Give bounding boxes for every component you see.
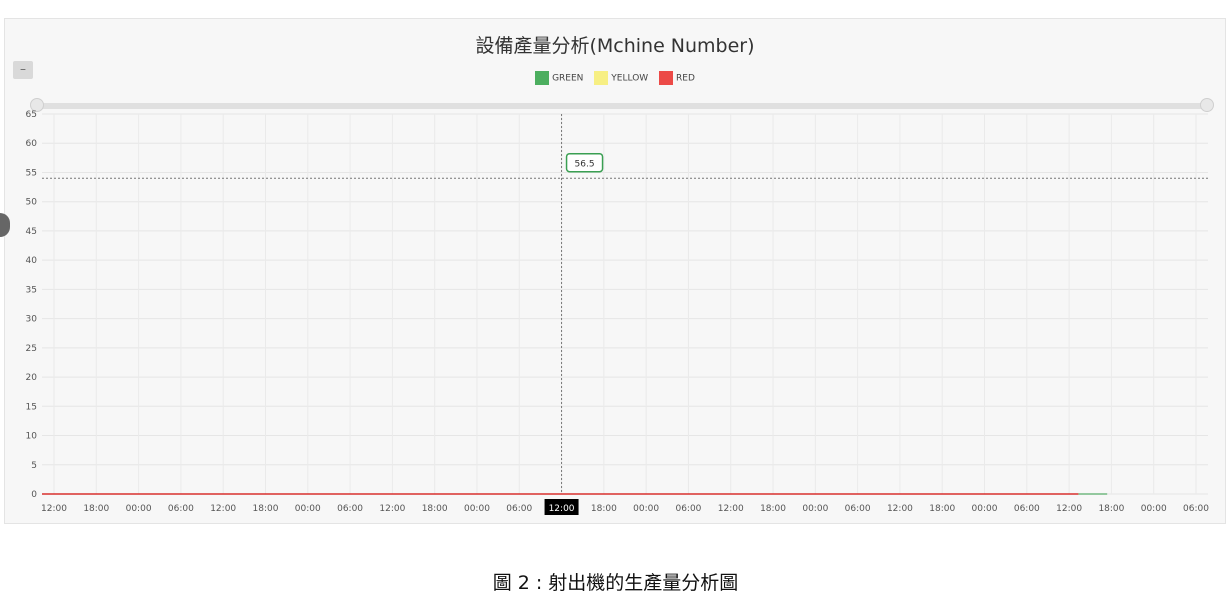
x-tick-label: 18:00 [591, 504, 617, 514]
y-tick-label: 50 [26, 198, 38, 208]
figure-caption: 圖 2 : 射出機的生產量分析圖 [492, 572, 739, 594]
x-tick-label: 06:00 [845, 504, 871, 514]
x-tick-label: 00:00 [464, 504, 490, 514]
x-tick-label: 12:00 [41, 504, 67, 514]
x-tick-label: 06:00 [337, 504, 363, 514]
y-tick-label: 30 [26, 315, 38, 325]
x-tick-label: 00:00 [295, 504, 321, 514]
x-tick-label: 12:00 [210, 504, 236, 514]
y-tick-label: 15 [26, 402, 37, 412]
x-tick-label: 00:00 [633, 504, 659, 514]
x-tick-label: 18:00 [760, 504, 786, 514]
x-tick-label: 06:00 [506, 504, 532, 514]
y-tick-label: 40 [26, 256, 38, 266]
y-tick-label: 60 [26, 139, 38, 149]
x-tick-label: 00:00 [1141, 504, 1167, 514]
y-tick-label: 20 [26, 373, 38, 383]
y-tick-label: 55 [26, 168, 37, 178]
y-tick-label: 35 [26, 285, 37, 295]
x-tick-label: 18:00 [929, 504, 955, 514]
x-tick-label: 12:00 [887, 504, 913, 514]
x-tick-label: 06:00 [1183, 504, 1209, 514]
x-tick-label: 00:00 [126, 504, 152, 514]
x-tick-label: 00:00 [802, 504, 828, 514]
x-tick-label: 18:00 [1098, 504, 1124, 514]
tooltip-value: 56.5 [575, 160, 595, 170]
y-tick-label: 10 [26, 432, 38, 442]
x-tick-label: 06:00 [168, 504, 194, 514]
x-tick-label: 00:00 [972, 504, 998, 514]
y-tick-label: 45 [26, 227, 37, 237]
x-tick-label: 12:00 [379, 504, 405, 514]
x-tick-label: 12:00 [1056, 504, 1082, 514]
plot-area: 0 5 10 15 20 25 30 35 40 45 50 55 60 65 12:00 18:00 00:0… [26, 110, 1209, 515]
x-tick-label: 18:00 [422, 504, 448, 514]
y-tick-label: 0 [31, 490, 37, 500]
y-tick-label: 5 [31, 461, 37, 471]
x-tick-label: 18:00 [83, 504, 109, 514]
x-tick-label: 12:00 [549, 504, 575, 514]
x-tick-label: 12:00 [718, 504, 744, 514]
x-tick-label: 06:00 [675, 504, 701, 514]
x-tick-label: 18:00 [253, 504, 279, 514]
y-tick-label: 65 [26, 110, 37, 120]
y-tick-label: 25 [26, 344, 37, 354]
x-tick-label: 06:00 [1014, 504, 1040, 514]
